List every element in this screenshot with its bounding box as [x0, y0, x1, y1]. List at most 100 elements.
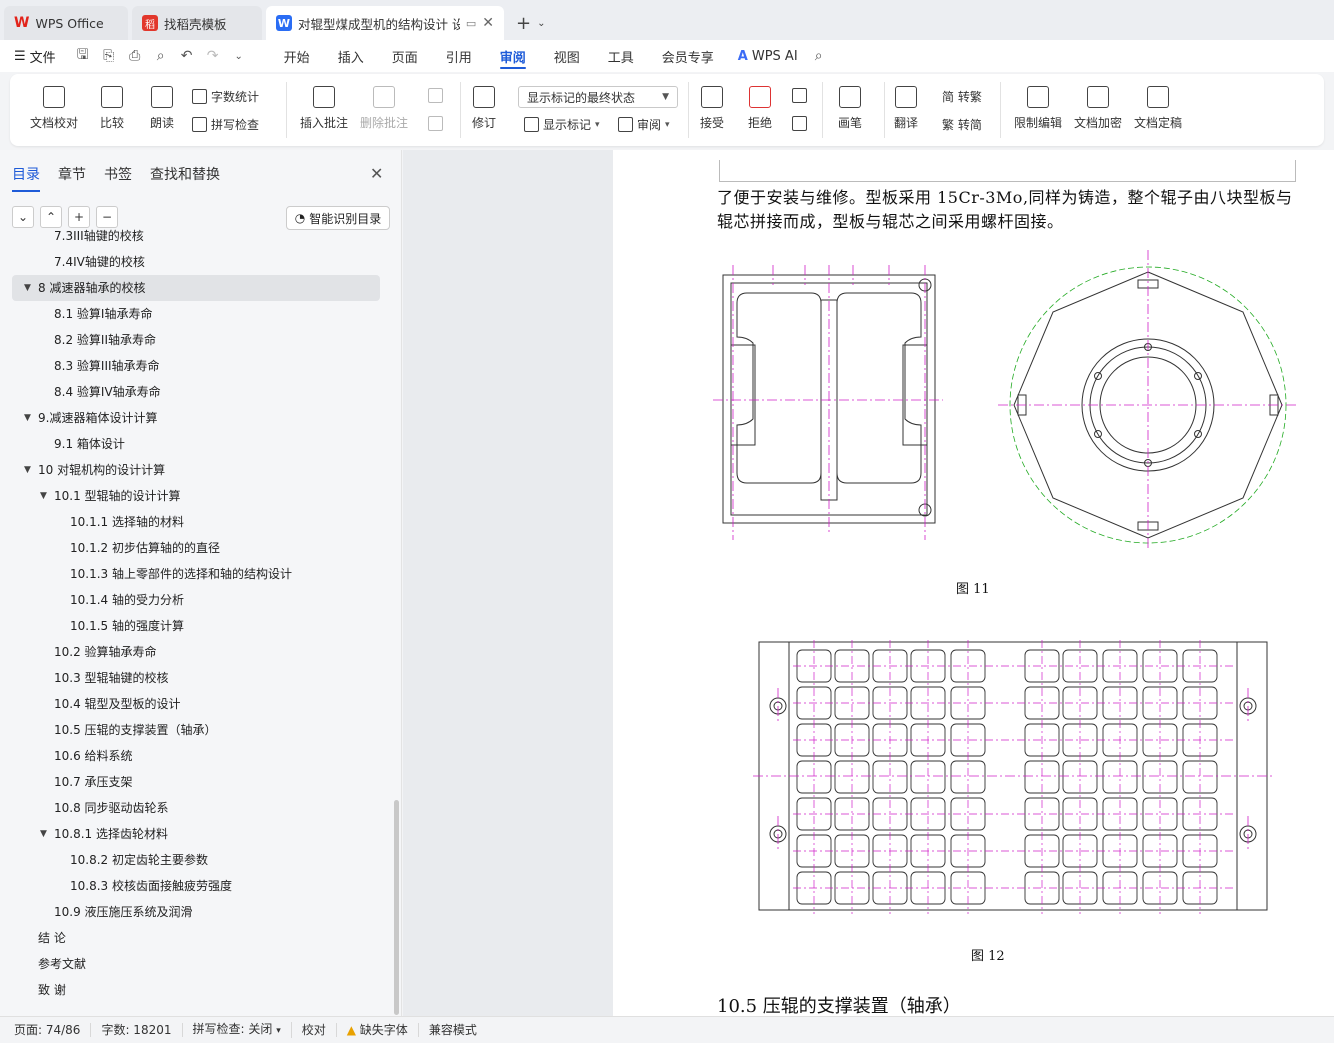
close-icon[interactable]: ✕	[482, 15, 494, 31]
tab-page[interactable]: 页面	[378, 40, 432, 72]
toc-item[interactable]: 10.3 型辊轴键的校核	[0, 665, 392, 691]
translate-button[interactable]: 翻译	[894, 86, 918, 131]
toc-item[interactable]: 10.8.2 初定齿轮主要参数	[0, 847, 392, 873]
next-comment-button[interactable]	[428, 116, 443, 131]
toc-item[interactable]: 8.4 验算IV轴承寿命	[0, 379, 392, 405]
toc-item[interactable]: ▼ 10.1 型辊轴的设计计算	[0, 483, 392, 509]
nav-tab-chapter[interactable]: 章节	[58, 164, 86, 184]
tab-tools[interactable]: 工具	[594, 40, 648, 72]
toc-scrollbar[interactable]	[394, 800, 399, 1015]
toc-expand-arrow-icon[interactable]: ▼	[24, 275, 31, 301]
nav-tab-find-replace[interactable]: 查找和替换	[150, 164, 220, 184]
toc-item[interactable]: 10.9 液压施压系统及润滑	[0, 899, 392, 925]
nav-tab-toc[interactable]: 目录	[12, 164, 40, 192]
delete-comment-button[interactable]: 删除批注	[360, 86, 408, 131]
toc-item[interactable]: 10.8.3 校核齿面接触疲劳强度	[0, 873, 392, 899]
missing-font-indicator[interactable]: ▲ 缺失字体	[337, 1023, 419, 1037]
toc-item[interactable]: 7.3III轴键的校核	[0, 230, 392, 249]
chevron-down-icon[interactable]: ⌄	[228, 51, 250, 62]
encrypt-button[interactable]: 文档加密	[1074, 86, 1122, 131]
tab-wps-office[interactable]: W WPS Office	[4, 6, 128, 40]
toc-item[interactable]: 致 谢	[0, 977, 392, 1003]
to-traditional-button[interactable]: 简 转繁	[942, 88, 982, 105]
toc-item[interactable]: ▼ 9.减速器箱体设计计算	[0, 405, 392, 431]
toc-item[interactable]: 8.3 验算III轴承寿命	[0, 353, 392, 379]
prev-change-button[interactable]	[792, 88, 807, 103]
toc-item[interactable]: 10.6 给料系统	[0, 743, 392, 769]
next-change-button[interactable]	[792, 116, 807, 131]
proofread-indicator[interactable]: 校对	[292, 1023, 337, 1037]
nav-tab-bookmark[interactable]: 书签	[104, 164, 132, 184]
toc-expand-arrow-icon[interactable]: ▼	[24, 405, 31, 431]
search-icon[interactable]: ⌕	[808, 48, 830, 64]
tab-review[interactable]: 审阅	[486, 40, 540, 72]
print-icon[interactable]: ⎙	[124, 48, 146, 64]
expand-down-button[interactable]: ⌄	[12, 206, 34, 228]
toc-item[interactable]: ▼ 10 对辊机构的设计计算	[0, 457, 392, 483]
toc-item[interactable]: 10.1.5 轴的强度计算	[0, 613, 392, 639]
toc-item[interactable]: 10.4 辊型及型板的设计	[0, 691, 392, 717]
pen-button[interactable]: 画笔	[838, 86, 862, 131]
toc-item[interactable]: 结 论	[0, 925, 392, 951]
compare-button[interactable]: 比较	[100, 86, 124, 131]
toc-item[interactable]: 10.1.4 轴的受力分析	[0, 587, 392, 613]
toc-item[interactable]: 9.1 箱体设计	[0, 431, 392, 457]
new-tab-button[interactable]: + ⌄	[504, 6, 557, 40]
show-markup-button[interactable]: 显示标记 ▾	[524, 116, 600, 133]
accept-button[interactable]: 接受	[700, 86, 724, 131]
toc-expand-arrow-icon[interactable]: ▼	[24, 457, 31, 483]
toc-item[interactable]: 10.2 验算轴承寿命	[0, 639, 392, 665]
toc-item[interactable]: 10.5 压辊的支撑装置（轴承）	[0, 717, 392, 743]
undo-icon[interactable]: ↶	[176, 48, 198, 64]
toc-item[interactable]: ▼ 10.8.1 选择齿轮材料	[0, 821, 392, 847]
word-count-button[interactable]: 字数统计	[192, 88, 259, 105]
page-indicator[interactable]: 页面: 74/86	[14, 1023, 92, 1037]
close-icon[interactable]: ✕	[370, 164, 383, 183]
tab-references[interactable]: 引用	[432, 40, 486, 72]
monitor-icon[interactable]: ▭	[466, 17, 476, 30]
word-count-indicator[interactable]: 字数: 18201	[91, 1023, 183, 1037]
toc-item[interactable]: 10.7 承压支架	[0, 769, 392, 795]
reject-button[interactable]: 拒绝	[748, 86, 772, 131]
toc-item[interactable]: 8.2 验算II轴承寿命	[0, 327, 392, 353]
tab-insert[interactable]: 插入	[324, 40, 378, 72]
remove-heading-button[interactable]: −	[96, 206, 118, 228]
markup-state-select[interactable]: 显示标记的最终状态 ▼	[518, 86, 678, 108]
toc-item[interactable]: 10.1.1 选择轴的材料	[0, 509, 392, 535]
tab-start[interactable]: 开始	[270, 40, 324, 72]
toc-expand-arrow-icon[interactable]: ▼	[40, 483, 47, 509]
export-icon[interactable]: ⎘	[98, 48, 120, 64]
to-simplified-button[interactable]: 繁 转简	[942, 116, 982, 133]
spell-check-indicator[interactable]: 拼写检查: 关闭 ▾	[183, 1022, 292, 1038]
smart-toc-button[interactable]: ◔ 智能识别目录	[286, 206, 390, 230]
print-preview-icon[interactable]: ⌕	[150, 48, 172, 64]
review-pane-button[interactable]: 审阅 ▾	[618, 116, 670, 133]
revise-button[interactable]: 修订	[472, 86, 496, 131]
toc-expand-arrow-icon[interactable]: ▼	[40, 821, 47, 847]
insert-comment-button[interactable]: 插入批注	[300, 86, 348, 131]
add-heading-button[interactable]: +	[68, 206, 90, 228]
toc-item[interactable]: ▼ 8 减速器轴承的校核	[12, 275, 380, 301]
redo-icon[interactable]: ↷	[202, 48, 224, 64]
tab-member[interactable]: 会员专享	[648, 40, 728, 72]
tab-template[interactable]: 稻 找稻壳模板	[132, 6, 262, 40]
toc-item[interactable]: 参考文献	[0, 951, 392, 977]
finalize-button[interactable]: 文档定稿	[1134, 86, 1182, 131]
collapse-up-button[interactable]: ⌃	[40, 206, 62, 228]
tab-view[interactable]: 视图	[540, 40, 594, 72]
toc-item[interactable]: 10.1.3 轴上零部件的选择和轴的结构设计	[0, 561, 392, 587]
prev-comment-button[interactable]	[428, 88, 443, 103]
doc-check-button[interactable]: 文档校对	[30, 86, 78, 131]
toc-item[interactable]: 7.4IV轴键的校核	[0, 249, 392, 275]
restrict-edit-button[interactable]: 限制编辑	[1014, 86, 1062, 131]
file-menu[interactable]: ☰ 文件	[14, 47, 56, 66]
toc-item-label: 致 谢	[38, 983, 66, 997]
wps-ai-button[interactable]: A WPS AI	[728, 49, 808, 64]
tab-document[interactable]: W 对辊型煤成型机的结构设计 设 ▭ ✕	[266, 6, 504, 40]
toc-item[interactable]: 10.1.2 初步估算轴的的直径	[0, 535, 392, 561]
read-aloud-button[interactable]: 朗读	[150, 86, 174, 131]
toc-item[interactable]: 10.8 同步驱动齿轮系	[0, 795, 392, 821]
toc-item[interactable]: 8.1 验算I轴承寿命	[0, 301, 392, 327]
spell-check-button[interactable]: 拼写检查	[192, 116, 259, 133]
save-icon[interactable]: 🖫	[72, 44, 94, 68]
